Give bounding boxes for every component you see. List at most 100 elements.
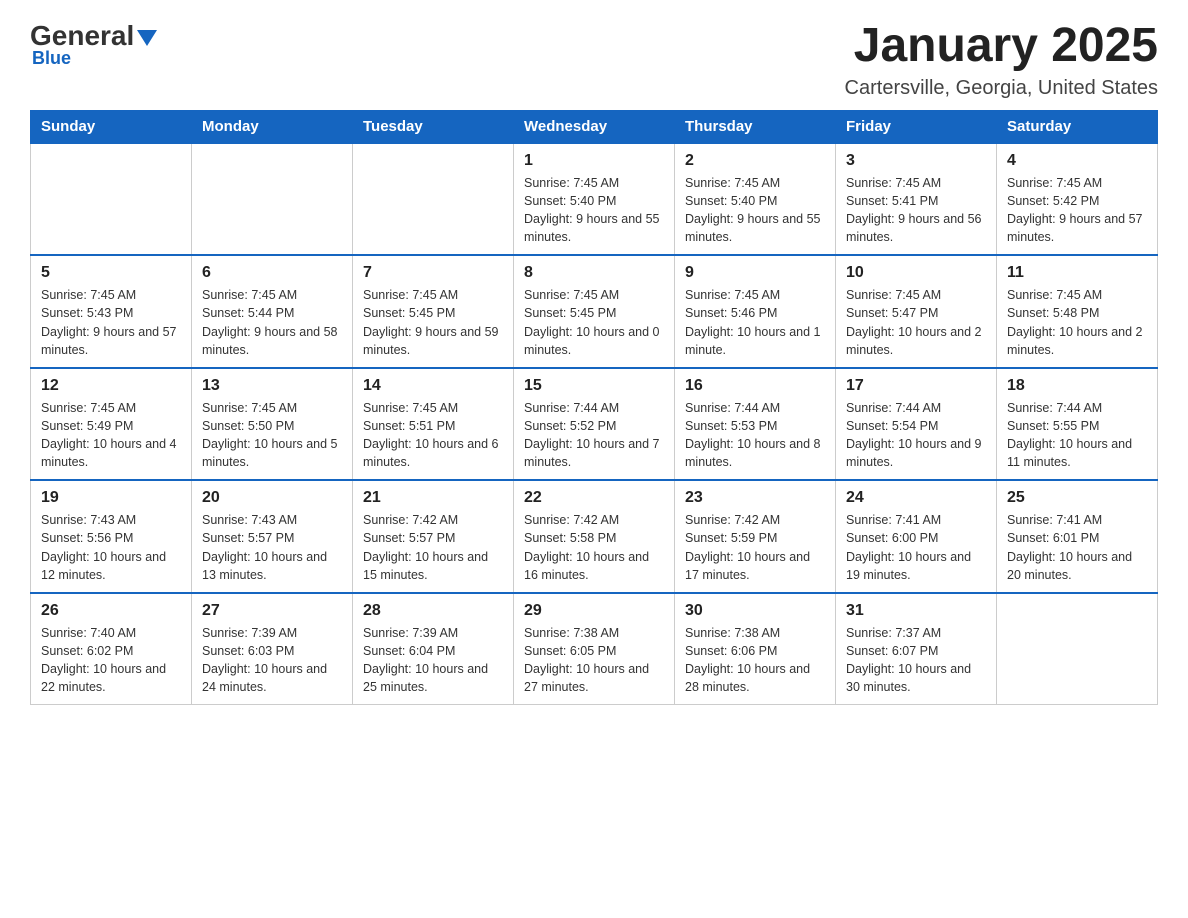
day-number: 25 xyxy=(1007,489,1147,507)
day-info: Sunrise: 7:45 AM Sunset: 5:44 PM Dayligh… xyxy=(202,286,342,359)
calendar-cell: 7 Sunrise: 7:45 AM Sunset: 5:45 PM Daylig… xyxy=(353,255,514,368)
day-info: Sunrise: 7:45 AM Sunset: 5:50 PM Dayligh… xyxy=(202,399,342,472)
calendar-cell: 10 Sunrise: 7:45 AM Sunset: 5:47 PM Dayli… xyxy=(836,255,997,368)
calendar-week-row: 12 Sunrise: 7:45 AM Sunset: 5:49 PM Dayli… xyxy=(31,368,1158,481)
calendar-cell: 25Sunrise: 7:41 AM Sunset: 6:01 PM Dayli… xyxy=(997,480,1158,593)
day-info: Sunrise: 7:39 AM Sunset: 6:04 PM Dayligh… xyxy=(363,624,503,697)
calendar-cell: 1 Sunrise: 7:45 AM Sunset: 5:40 PM Daylig… xyxy=(514,143,675,255)
calendar-table: SundayMondayTuesdayWednesdayThursdayFrid… xyxy=(30,110,1158,706)
day-info: Sunrise: 7:45 AM Sunset: 5:40 PM Dayligh… xyxy=(685,174,825,247)
logo-blue-text: Blue xyxy=(32,48,71,69)
day-info: Sunrise: 7:44 AM Sunset: 5:53 PM Dayligh… xyxy=(685,399,825,472)
day-info: Sunrise: 7:45 AM Sunset: 5:43 PM Dayligh… xyxy=(41,286,181,359)
day-number: 10 xyxy=(846,264,986,282)
day-info: Sunrise: 7:45 AM Sunset: 5:40 PM Dayligh… xyxy=(524,174,664,247)
day-number: 22 xyxy=(524,489,664,507)
calendar-cell: 13 Sunrise: 7:45 AM Sunset: 5:50 PM Dayli… xyxy=(192,368,353,481)
calendar-cell: 6 Sunrise: 7:45 AM Sunset: 5:44 PM Daylig… xyxy=(192,255,353,368)
day-info: Sunrise: 7:45 AM Sunset: 5:45 PM Dayligh… xyxy=(363,286,503,359)
calendar-header-tuesday: Tuesday xyxy=(353,110,514,144)
day-info: Sunrise: 7:42 AM Sunset: 5:58 PM Dayligh… xyxy=(524,511,664,584)
day-number: 2 xyxy=(685,152,825,170)
calendar-cell: 15 Sunrise: 7:44 AM Sunset: 5:52 PM Dayli… xyxy=(514,368,675,481)
day-number: 21 xyxy=(363,489,503,507)
calendar-header-wednesday: Wednesday xyxy=(514,110,675,144)
calendar-cell: 12 Sunrise: 7:45 AM Sunset: 5:49 PM Dayli… xyxy=(31,368,192,481)
day-number: 11 xyxy=(1007,264,1147,282)
day-number: 26 xyxy=(41,602,181,620)
calendar-cell: 20 Sunrise: 7:43 AM Sunset: 5:57 PM Dayli… xyxy=(192,480,353,593)
day-number: 20 xyxy=(202,489,342,507)
calendar-cell xyxy=(192,143,353,255)
day-number: 7 xyxy=(363,264,503,282)
calendar-cell: 21 Sunrise: 7:42 AM Sunset: 5:57 PM Dayli… xyxy=(353,480,514,593)
calendar-cell: 24Sunrise: 7:41 AM Sunset: 6:00 PM Dayli… xyxy=(836,480,997,593)
day-info: Sunrise: 7:45 AM Sunset: 5:47 PM Dayligh… xyxy=(846,286,986,359)
calendar-cell: 18Sunrise: 7:44 AM Sunset: 5:55 PM Dayli… xyxy=(997,368,1158,481)
calendar-cell xyxy=(31,143,192,255)
calendar-cell: 31Sunrise: 7:37 AM Sunset: 6:07 PM Dayli… xyxy=(836,593,997,705)
day-info: Sunrise: 7:40 AM Sunset: 6:02 PM Dayligh… xyxy=(41,624,181,697)
day-info: Sunrise: 7:42 AM Sunset: 5:57 PM Dayligh… xyxy=(363,511,503,584)
calendar-header-friday: Friday xyxy=(836,110,997,144)
day-info: Sunrise: 7:45 AM Sunset: 5:46 PM Dayligh… xyxy=(685,286,825,359)
calendar-cell: 23Sunrise: 7:42 AM Sunset: 5:59 PM Dayli… xyxy=(675,480,836,593)
day-number: 24 xyxy=(846,489,986,507)
calendar-cell: 8Sunrise: 7:45 AM Sunset: 5:45 PM Daylig… xyxy=(514,255,675,368)
day-number: 8 xyxy=(524,264,664,282)
day-number: 12 xyxy=(41,377,181,395)
day-number: 1 xyxy=(524,152,664,170)
calendar-header-row: SundayMondayTuesdayWednesdayThursdayFrid… xyxy=(31,110,1158,144)
day-info: Sunrise: 7:45 AM Sunset: 5:41 PM Dayligh… xyxy=(846,174,986,247)
day-info: Sunrise: 7:39 AM Sunset: 6:03 PM Dayligh… xyxy=(202,624,342,697)
day-info: Sunrise: 7:45 AM Sunset: 5:49 PM Dayligh… xyxy=(41,399,181,472)
calendar-cell xyxy=(997,593,1158,705)
day-info: Sunrise: 7:43 AM Sunset: 5:57 PM Dayligh… xyxy=(202,511,342,584)
calendar-week-row: 1 Sunrise: 7:45 AM Sunset: 5:40 PM Daylig… xyxy=(31,143,1158,255)
calendar-cell: 27Sunrise: 7:39 AM Sunset: 6:03 PM Dayli… xyxy=(192,593,353,705)
calendar-cell: 28 Sunrise: 7:39 AM Sunset: 6:04 PM Dayli… xyxy=(353,593,514,705)
day-number: 28 xyxy=(363,602,503,620)
calendar-header-thursday: Thursday xyxy=(675,110,836,144)
day-info: Sunrise: 7:44 AM Sunset: 5:54 PM Dayligh… xyxy=(846,399,986,472)
calendar-cell: 2 Sunrise: 7:45 AM Sunset: 5:40 PM Daylig… xyxy=(675,143,836,255)
day-number: 16 xyxy=(685,377,825,395)
day-number: 4 xyxy=(1007,152,1147,170)
day-info: Sunrise: 7:44 AM Sunset: 5:52 PM Dayligh… xyxy=(524,399,664,472)
calendar-cell xyxy=(353,143,514,255)
day-number: 30 xyxy=(685,602,825,620)
calendar-header-sunday: Sunday xyxy=(31,110,192,144)
calendar-cell: 17Sunrise: 7:44 AM Sunset: 5:54 PM Dayli… xyxy=(836,368,997,481)
day-number: 14 xyxy=(363,377,503,395)
day-number: 13 xyxy=(202,377,342,395)
calendar-cell: 11 Sunrise: 7:45 AM Sunset: 5:48 PM Dayli… xyxy=(997,255,1158,368)
calendar-cell: 22 Sunrise: 7:42 AM Sunset: 5:58 PM Dayli… xyxy=(514,480,675,593)
day-info: Sunrise: 7:45 AM Sunset: 5:51 PM Dayligh… xyxy=(363,399,503,472)
logo-triangle-icon xyxy=(137,30,157,46)
calendar-header-saturday: Saturday xyxy=(997,110,1158,144)
calendar-cell: 29Sunrise: 7:38 AM Sunset: 6:05 PM Dayli… xyxy=(514,593,675,705)
day-number: 5 xyxy=(41,264,181,282)
day-number: 6 xyxy=(202,264,342,282)
day-info: Sunrise: 7:45 AM Sunset: 5:48 PM Dayligh… xyxy=(1007,286,1147,359)
day-info: Sunrise: 7:45 AM Sunset: 5:42 PM Dayligh… xyxy=(1007,174,1147,247)
day-number: 19 xyxy=(41,489,181,507)
calendar-week-row: 26 Sunrise: 7:40 AM Sunset: 6:02 PM Dayli… xyxy=(31,593,1158,705)
day-number: 15 xyxy=(524,377,664,395)
calendar-cell: 5 Sunrise: 7:45 AM Sunset: 5:43 PM Daylig… xyxy=(31,255,192,368)
day-info: Sunrise: 7:38 AM Sunset: 6:05 PM Dayligh… xyxy=(524,624,664,697)
month-title: January 2025 xyxy=(845,20,1158,73)
calendar-cell: 19Sunrise: 7:43 AM Sunset: 5:56 PM Dayli… xyxy=(31,480,192,593)
calendar-cell: 30 Sunrise: 7:38 AM Sunset: 6:06 PM Dayli… xyxy=(675,593,836,705)
calendar-header-monday: Monday xyxy=(192,110,353,144)
calendar-week-row: 19Sunrise: 7:43 AM Sunset: 5:56 PM Dayli… xyxy=(31,480,1158,593)
location-text: Cartersville, Georgia, United States xyxy=(845,77,1158,100)
calendar-cell: 16 Sunrise: 7:44 AM Sunset: 5:53 PM Dayli… xyxy=(675,368,836,481)
calendar-week-row: 5 Sunrise: 7:45 AM Sunset: 5:43 PM Daylig… xyxy=(31,255,1158,368)
calendar-cell: 9Sunrise: 7:45 AM Sunset: 5:46 PM Daylig… xyxy=(675,255,836,368)
calendar-cell: 4 Sunrise: 7:45 AM Sunset: 5:42 PM Daylig… xyxy=(997,143,1158,255)
day-number: 18 xyxy=(1007,377,1147,395)
calendar-cell: 14 Sunrise: 7:45 AM Sunset: 5:51 PM Dayli… xyxy=(353,368,514,481)
day-info: Sunrise: 7:38 AM Sunset: 6:06 PM Dayligh… xyxy=(685,624,825,697)
day-info: Sunrise: 7:42 AM Sunset: 5:59 PM Dayligh… xyxy=(685,511,825,584)
